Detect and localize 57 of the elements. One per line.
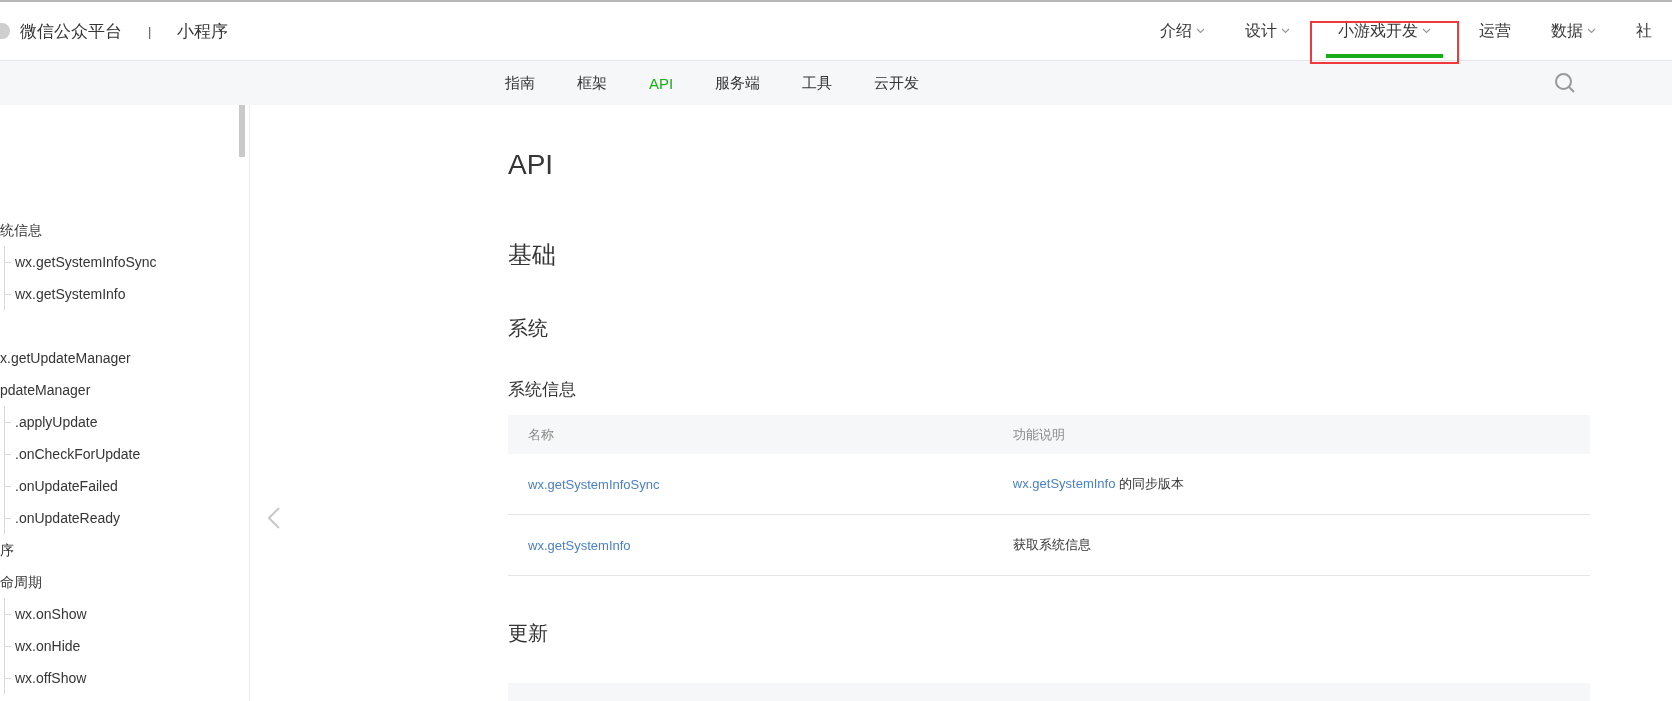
api-link[interactable]: wx.getSystemInfo	[1012, 476, 1116, 491]
tree-line	[4, 470, 14, 502]
search-icon[interactable]	[1554, 72, 1576, 94]
page-title: API	[508, 149, 555, 181]
tree-line	[4, 406, 14, 438]
sidebar-item[interactable]: .applyUpdate	[14, 406, 98, 438]
product-name[interactable]: 小程序	[177, 19, 229, 43]
chevron-down-icon	[1281, 28, 1290, 34]
sidebar-item[interactable]: .onUpdateReady	[14, 502, 121, 534]
brand-name[interactable]: 微信公众平台	[20, 19, 122, 43]
sidebar-item[interactable]: x.getUpdateManager	[0, 342, 249, 374]
sidebar-item[interactable]: .onCheckForUpdate	[14, 438, 141, 470]
nav-menu-item[interactable]: 数据	[1531, 2, 1616, 60]
nav-tab[interactable]: 指南	[484, 73, 556, 93]
chevron-down-icon	[1587, 28, 1596, 34]
chevron-down-icon	[1422, 28, 1431, 34]
nav-tab[interactable]: 服务端	[694, 73, 782, 93]
nav-menu-item[interactable]: 社	[1616, 2, 1672, 60]
api-link[interactable]: wx.getSystemInfo	[528, 537, 631, 553]
sidebar-item[interactable]: pdateManager	[0, 374, 249, 406]
sidebar-item[interactable]: 序	[0, 534, 249, 566]
description-cell: 获取系统信息	[992, 514, 1590, 576]
tree-line	[4, 662, 14, 694]
section-heading: 基础	[508, 240, 557, 270]
sidebar-item[interactable]: wx.getSystemInfo	[14, 278, 126, 310]
sidebar-item[interactable]: .onUpdateFailed	[14, 470, 118, 502]
tree-line	[4, 278, 14, 310]
sidebar-item[interactable]: 命周期	[0, 566, 249, 598]
nav-tab[interactable]: 云开发	[853, 73, 941, 93]
nav-menu-item[interactable]: 介绍	[1140, 2, 1225, 60]
logo-icon[interactable]	[0, 23, 10, 39]
nav-menu-item[interactable]: 小游戏开发	[1310, 2, 1459, 60]
tree-line	[4, 502, 14, 534]
tree-line	[4, 598, 14, 630]
nav-tab[interactable]: 框架	[556, 73, 628, 93]
chevron-left-icon[interactable]	[268, 507, 280, 529]
sidebar-item[interactable]: wx.offShow	[14, 662, 87, 694]
tree-line	[4, 438, 14, 470]
tree-line	[4, 246, 14, 278]
api-link[interactable]: wx.getSystemInfoSync	[528, 476, 660, 492]
tree-line	[4, 630, 14, 662]
chevron-down-icon	[1196, 28, 1205, 34]
column-header: 功能说明	[992, 415, 1590, 454]
separator: |	[148, 23, 152, 39]
sidebar-item[interactable]: 统信息	[0, 214, 249, 246]
subsection-heading: 更新	[508, 621, 549, 646]
nav-menu-item[interactable]: 运营	[1459, 2, 1531, 60]
description-cell: wx.getSystemInfo 的同步版本	[992, 454, 1590, 515]
column-header: 名称	[508, 415, 993, 454]
nav-tab[interactable]: 工具	[781, 73, 854, 93]
sidebar-item[interactable]: wx.getSystemInfoSync	[14, 246, 157, 278]
sidebar-item[interactable]: wx.onShow	[14, 598, 87, 630]
scrollbar-thumb[interactable]	[239, 105, 245, 157]
subsection-heading: 系统	[508, 316, 549, 341]
sidebar-item[interactable]: wx.onHide	[14, 630, 81, 662]
nav-menu-item[interactable]: 设计	[1225, 2, 1310, 60]
topic-heading: 系统信息	[508, 379, 577, 401]
